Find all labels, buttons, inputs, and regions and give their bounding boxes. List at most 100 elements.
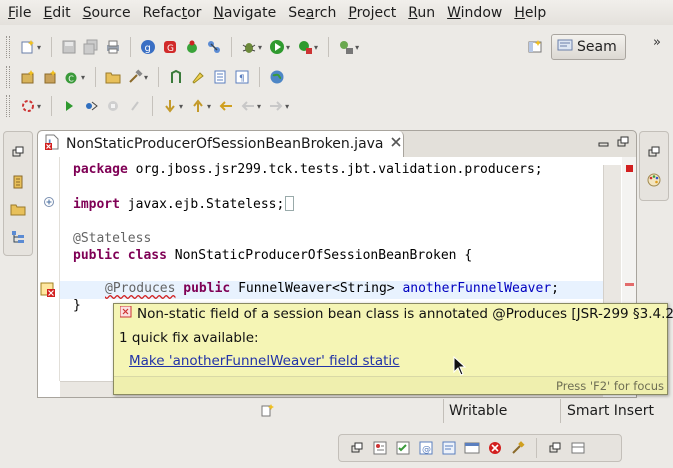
server-icon[interactable] (336, 37, 356, 57)
seam-perspective-button[interactable]: Seam (551, 34, 626, 60)
console-view-icon[interactable] (462, 438, 482, 458)
main-toolbar-row-1: ▾ g G ▾ ▾ ▾ ▾ (0, 32, 362, 62)
java-file-error-icon: J (44, 134, 60, 154)
popup-footer: Press 'F2' for focus (114, 376, 667, 394)
problem-message: Non-static field of a session bean class… (137, 306, 673, 322)
editor-tab-controls (597, 135, 630, 153)
declaration-view-icon[interactable] (439, 438, 459, 458)
run-last-tool-icon[interactable] (295, 37, 315, 57)
problems-view-icon[interactable] (370, 438, 390, 458)
globe-icon[interactable] (267, 67, 287, 87)
menu-search[interactable]: Search (282, 5, 342, 21)
status-bar: Writable Smart Insert (0, 398, 673, 424)
menu-window[interactable]: Window (441, 5, 508, 21)
palette-view-icon[interactable] (644, 170, 664, 190)
save-all-icon[interactable] (81, 37, 101, 57)
restore-icon[interactable] (347, 438, 367, 458)
perspective-switcher: Seam (525, 34, 626, 60)
print-icon[interactable] (103, 37, 123, 57)
editor-tab[interactable]: J NonStaticProducerOfSessionBeanBroken.j… (38, 131, 404, 157)
terminate-icon[interactable] (103, 96, 123, 116)
quickfix-count: 1 quick fix available: (119, 330, 259, 346)
code-line-class: public class NonStaticProducerOfSessionB… (73, 248, 473, 263)
code-line-stateless: @Stateless (73, 231, 152, 246)
menu-run[interactable]: Run (402, 5, 441, 21)
close-tab-icon[interactable] (390, 136, 402, 152)
new-package-icon[interactable] (40, 67, 60, 87)
error-marker[interactable] (625, 283, 634, 286)
error-log-icon[interactable] (485, 438, 505, 458)
show-more-perspectives-icon[interactable]: » (653, 35, 661, 50)
hammer-icon[interactable] (125, 67, 145, 87)
google-search-icon[interactable]: g (138, 37, 158, 57)
code-line-import: import javax.ejb.Stateless; (73, 196, 295, 212)
error-icon (119, 305, 132, 322)
menu-navigate[interactable]: Navigate (207, 5, 282, 21)
menu-source[interactable]: Source (77, 5, 137, 21)
debug-icon[interactable] (239, 37, 259, 57)
svg-text:g: g (145, 43, 151, 54)
refresh-icon[interactable] (18, 96, 38, 116)
ant-icon[interactable] (204, 37, 224, 57)
toolbar-grip[interactable] (6, 36, 10, 58)
new-class-icon[interactable]: C (62, 67, 82, 87)
green-bug-icon[interactable] (182, 37, 202, 57)
code-line-produces: @Produces public FunnelWeaver<String> an… (60, 281, 603, 299)
restore-icon[interactable] (8, 142, 28, 162)
block-selection-icon[interactable] (210, 67, 230, 87)
restore-icon[interactable] (545, 438, 565, 458)
forward-icon[interactable] (266, 96, 286, 116)
step-icon[interactable] (81, 96, 101, 116)
problem-header: Non-static field of a session bean class… (119, 305, 673, 322)
menu-help[interactable]: Help (508, 5, 552, 21)
servers-view-icon[interactable] (508, 438, 528, 458)
mouse-cursor-icon (453, 355, 467, 380)
outline-view-icon[interactable] (8, 227, 28, 247)
svg-text:C: C (68, 75, 74, 84)
menu-file[interactable]: File (2, 5, 37, 21)
main-toolbar-row-3: ▾ ▾ ▾ ▾ ▾ (0, 91, 292, 121)
highlight-icon[interactable] (188, 67, 208, 87)
open-perspective-icon[interactable] (525, 37, 545, 57)
menu-refactor[interactable]: Refactor (137, 5, 208, 21)
error-lightbulb-icon[interactable] (40, 281, 56, 301)
open-type-icon[interactable] (103, 67, 123, 87)
run-icon[interactable] (267, 37, 287, 57)
toggle-mark-occurrences-icon[interactable] (166, 67, 186, 87)
vertical-ruler[interactable] (38, 157, 60, 381)
svg-text:G: G (167, 44, 174, 54)
back-icon[interactable] (238, 96, 258, 116)
seam-icon (557, 38, 573, 56)
minimize-icon[interactable] (597, 135, 611, 153)
bottom-view-trim: @ (338, 434, 622, 462)
menu-project[interactable]: Project (342, 5, 402, 21)
toolbar-grip[interactable] (6, 95, 10, 117)
maximize-icon[interactable] (616, 135, 630, 153)
code-line-close-brace: } (73, 298, 81, 313)
next-annotation-icon[interactable] (160, 96, 180, 116)
new-java-project-icon[interactable] (18, 67, 38, 87)
quickfix-link[interactable]: Make 'anotherFunnelWeaver' field static (129, 353, 400, 369)
menu-edit[interactable]: Edit (37, 5, 76, 21)
disconnect-icon[interactable] (125, 96, 145, 116)
right-view-trim (639, 131, 669, 201)
last-edit-location-icon[interactable] (216, 96, 236, 116)
editor-tab-row: J NonStaticProducerOfSessionBeanBroken.j… (38, 131, 636, 157)
save-icon[interactable] (59, 37, 79, 57)
resume-icon[interactable] (59, 96, 79, 116)
javadoc-view-icon[interactable]: @ (416, 438, 436, 458)
tasks-view-icon[interactable] (393, 438, 413, 458)
red-tag-icon[interactable]: G (160, 37, 180, 57)
minimized-stack-icon[interactable] (568, 438, 588, 458)
new-wizard-icon[interactable] (18, 37, 38, 57)
show-whitespace-icon[interactable]: ¶ (232, 67, 252, 87)
insert-mode-status: Smart Insert (567, 403, 654, 419)
previous-annotation-icon[interactable] (188, 96, 208, 116)
error-indicator[interactable] (626, 165, 633, 172)
restore-icon[interactable] (644, 142, 664, 162)
fold-expand-icon[interactable] (43, 196, 55, 212)
main-toolbar-row-2: C ▾ ▾ ¶ (0, 62, 287, 92)
package-explorer-icon[interactable] (8, 199, 28, 219)
hierarchy-view-icon[interactable] (8, 172, 28, 192)
toolbar-grip[interactable] (6, 66, 10, 88)
